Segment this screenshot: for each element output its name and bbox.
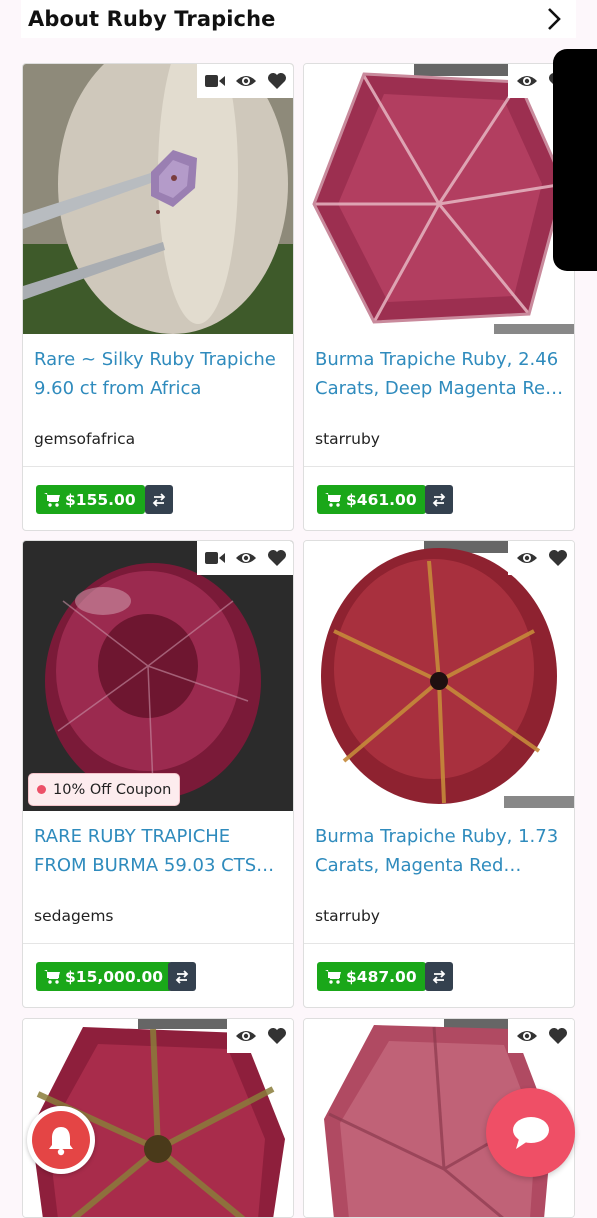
compare-arrows-icon — [152, 492, 166, 507]
heart-icon[interactable] — [548, 1027, 568, 1045]
price-label: $461.00 — [346, 490, 417, 509]
product-card[interactable]: Burma Trapiche Ruby, 1.73 Carats, Magent… — [303, 540, 575, 1008]
seller-name[interactable]: starruby — [315, 907, 380, 925]
eye-icon[interactable] — [235, 73, 257, 89]
coupon-dot-icon — [37, 785, 46, 794]
product-title[interactable]: Burma Trapiche Ruby, 1.73 Carats, Magent… — [315, 822, 565, 880]
divider — [304, 466, 574, 467]
divider — [304, 943, 574, 944]
section-header[interactable]: About Ruby Trapiche — [21, 0, 576, 38]
cart-icon — [44, 970, 60, 984]
card-actions — [197, 64, 293, 98]
eye-icon[interactable] — [516, 73, 538, 89]
compare-button[interactable] — [425, 485, 453, 514]
chat-bubble-icon — [512, 1116, 549, 1149]
product-title[interactable]: RARE RUBY TRAPICHE FROM BURMA 59.03 CTS … — [34, 822, 284, 880]
product-card[interactable]: Rare ~ Silky Ruby Trapiche 9.60 ct from … — [22, 63, 294, 531]
add-to-cart-button[interactable]: $461.00 — [317, 485, 426, 514]
price-label: $155.00 — [65, 490, 136, 509]
chevron-right-icon[interactable] — [544, 7, 564, 31]
product-title[interactable]: Rare ~ Silky Ruby Trapiche 9.60 ct from … — [34, 345, 284, 403]
card-actions — [197, 541, 293, 575]
price-label: $487.00 — [346, 967, 417, 986]
heart-icon[interactable] — [548, 549, 568, 567]
heart-icon[interactable] — [267, 72, 287, 90]
product-card[interactable]: 10% Off Coupon RARE RUBY TRAPICHE FROM B… — [22, 540, 294, 1008]
product-image[interactable] — [304, 64, 574, 334]
seller-name[interactable]: starruby — [315, 430, 380, 448]
product-image[interactable] — [23, 64, 293, 334]
product-image[interactable] — [304, 541, 574, 811]
product-card[interactable]: Burma Trapiche Ruby, 2.46 Carats, Deep M… — [303, 63, 575, 531]
compare-arrows-icon — [432, 969, 446, 984]
add-to-cart-button[interactable]: $155.00 — [36, 485, 145, 514]
compare-button[interactable] — [425, 962, 453, 991]
eye-icon[interactable] — [235, 1028, 257, 1044]
cart-icon — [325, 970, 341, 984]
card-actions — [508, 541, 574, 575]
video-icon — [205, 75, 225, 87]
cart-icon — [325, 493, 341, 507]
seller-name[interactable]: gemsofafrica — [34, 430, 135, 448]
section-title: About Ruby Trapiche — [28, 7, 276, 31]
card-actions — [227, 1019, 293, 1053]
eye-icon[interactable] — [516, 1028, 538, 1044]
price-label: $15,000.00 — [65, 967, 164, 986]
add-to-cart-button[interactable]: $487.00 — [317, 962, 426, 991]
divider — [23, 943, 293, 944]
cart-icon — [44, 493, 60, 507]
divider — [23, 466, 293, 467]
notification-bell-button[interactable] — [27, 1106, 95, 1174]
seller-name[interactable]: sedagems — [34, 907, 114, 925]
card-actions — [508, 1019, 574, 1053]
side-drawer-tab[interactable] — [553, 49, 597, 271]
compare-button[interactable] — [145, 485, 173, 514]
product-title[interactable]: Burma Trapiche Ruby, 2.46 Carats, Deep M… — [315, 345, 565, 403]
bell-background — [32, 1111, 90, 1169]
heart-icon[interactable] — [267, 1027, 287, 1045]
bell-icon — [49, 1127, 73, 1156]
compare-arrows-icon — [175, 969, 189, 984]
coupon-label: 10% Off Coupon — [53, 781, 172, 798]
heart-icon[interactable] — [267, 549, 287, 567]
video-icon — [205, 552, 225, 564]
eye-icon[interactable] — [235, 550, 257, 566]
compare-button[interactable] — [168, 962, 196, 991]
product-image[interactable]: 10% Off Coupon — [23, 541, 293, 811]
compare-arrows-icon — [432, 492, 446, 507]
add-to-cart-button[interactable]: $15,000.00 — [36, 962, 173, 991]
eye-icon[interactable] — [516, 550, 538, 566]
chat-button[interactable] — [486, 1088, 575, 1177]
coupon-badge[interactable]: 10% Off Coupon — [28, 773, 181, 806]
